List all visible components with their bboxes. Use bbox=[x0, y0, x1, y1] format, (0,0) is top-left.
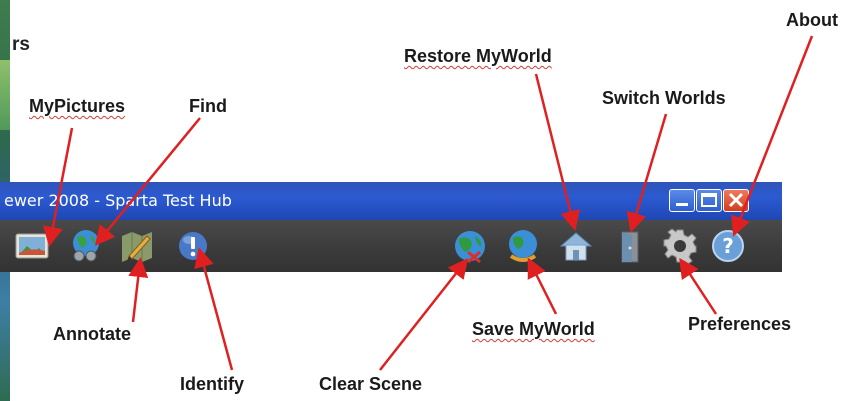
arrow-clear-scene bbox=[379, 258, 469, 371]
arrow-annotate bbox=[128, 257, 149, 323]
arrow-about bbox=[731, 35, 814, 237]
arrow-find bbox=[94, 117, 201, 246]
arrow-identify bbox=[194, 247, 234, 371]
callout-arrows bbox=[43, 35, 814, 371]
arrow-save-myworld bbox=[527, 257, 558, 315]
arrow-restore-myworld bbox=[534, 73, 581, 231]
arrow-switch-worlds bbox=[626, 113, 668, 233]
arrow-mypictures bbox=[43, 127, 74, 247]
arrow-preferences bbox=[679, 257, 718, 315]
